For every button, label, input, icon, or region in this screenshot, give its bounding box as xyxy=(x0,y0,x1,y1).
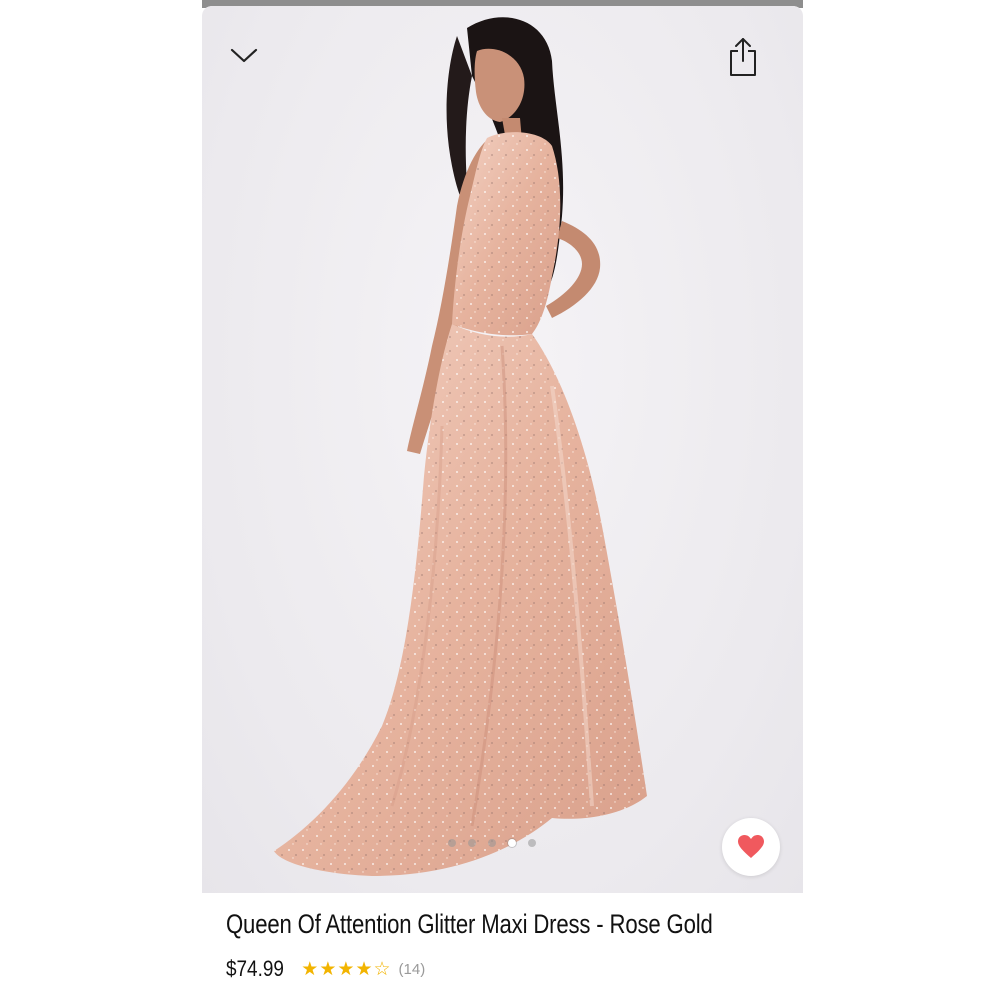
rating-stars[interactable]: ★ ★ ★ ★ ☆ xyxy=(301,960,390,979)
share-button[interactable] xyxy=(722,34,764,80)
collapse-button[interactable] xyxy=(224,38,264,74)
product-meta: $74.99 ★ ★ ★ ★ ☆ (14) xyxy=(226,956,425,982)
product-image xyxy=(274,17,647,876)
share-icon xyxy=(730,38,756,76)
chevron-down-icon xyxy=(230,48,258,63)
gallery-dot[interactable] xyxy=(508,839,516,847)
favorite-button[interactable] xyxy=(722,818,780,876)
star-filled-icon: ★ xyxy=(337,958,355,980)
product-image-gallery[interactable] xyxy=(202,6,803,893)
gallery-pagination xyxy=(448,839,536,847)
product-price: $74.99 xyxy=(226,956,284,981)
star-filled-icon: ★ xyxy=(319,958,337,980)
gallery-dot[interactable] xyxy=(488,839,496,847)
gallery-dot[interactable] xyxy=(448,839,456,847)
star-empty-icon: ☆ xyxy=(373,958,391,980)
review-count[interactable]: (14) xyxy=(399,961,426,978)
heart-icon xyxy=(738,835,764,858)
product-screen: Queen Of Attention Glitter Maxi Dress - … xyxy=(202,6,803,1000)
star-filled-icon: ★ xyxy=(301,958,319,980)
gallery-dot[interactable] xyxy=(528,839,536,847)
product-title: Queen Of Attention Glitter Maxi Dress - … xyxy=(226,909,713,939)
gallery-dot[interactable] xyxy=(468,839,476,847)
star-filled-icon: ★ xyxy=(355,958,373,980)
